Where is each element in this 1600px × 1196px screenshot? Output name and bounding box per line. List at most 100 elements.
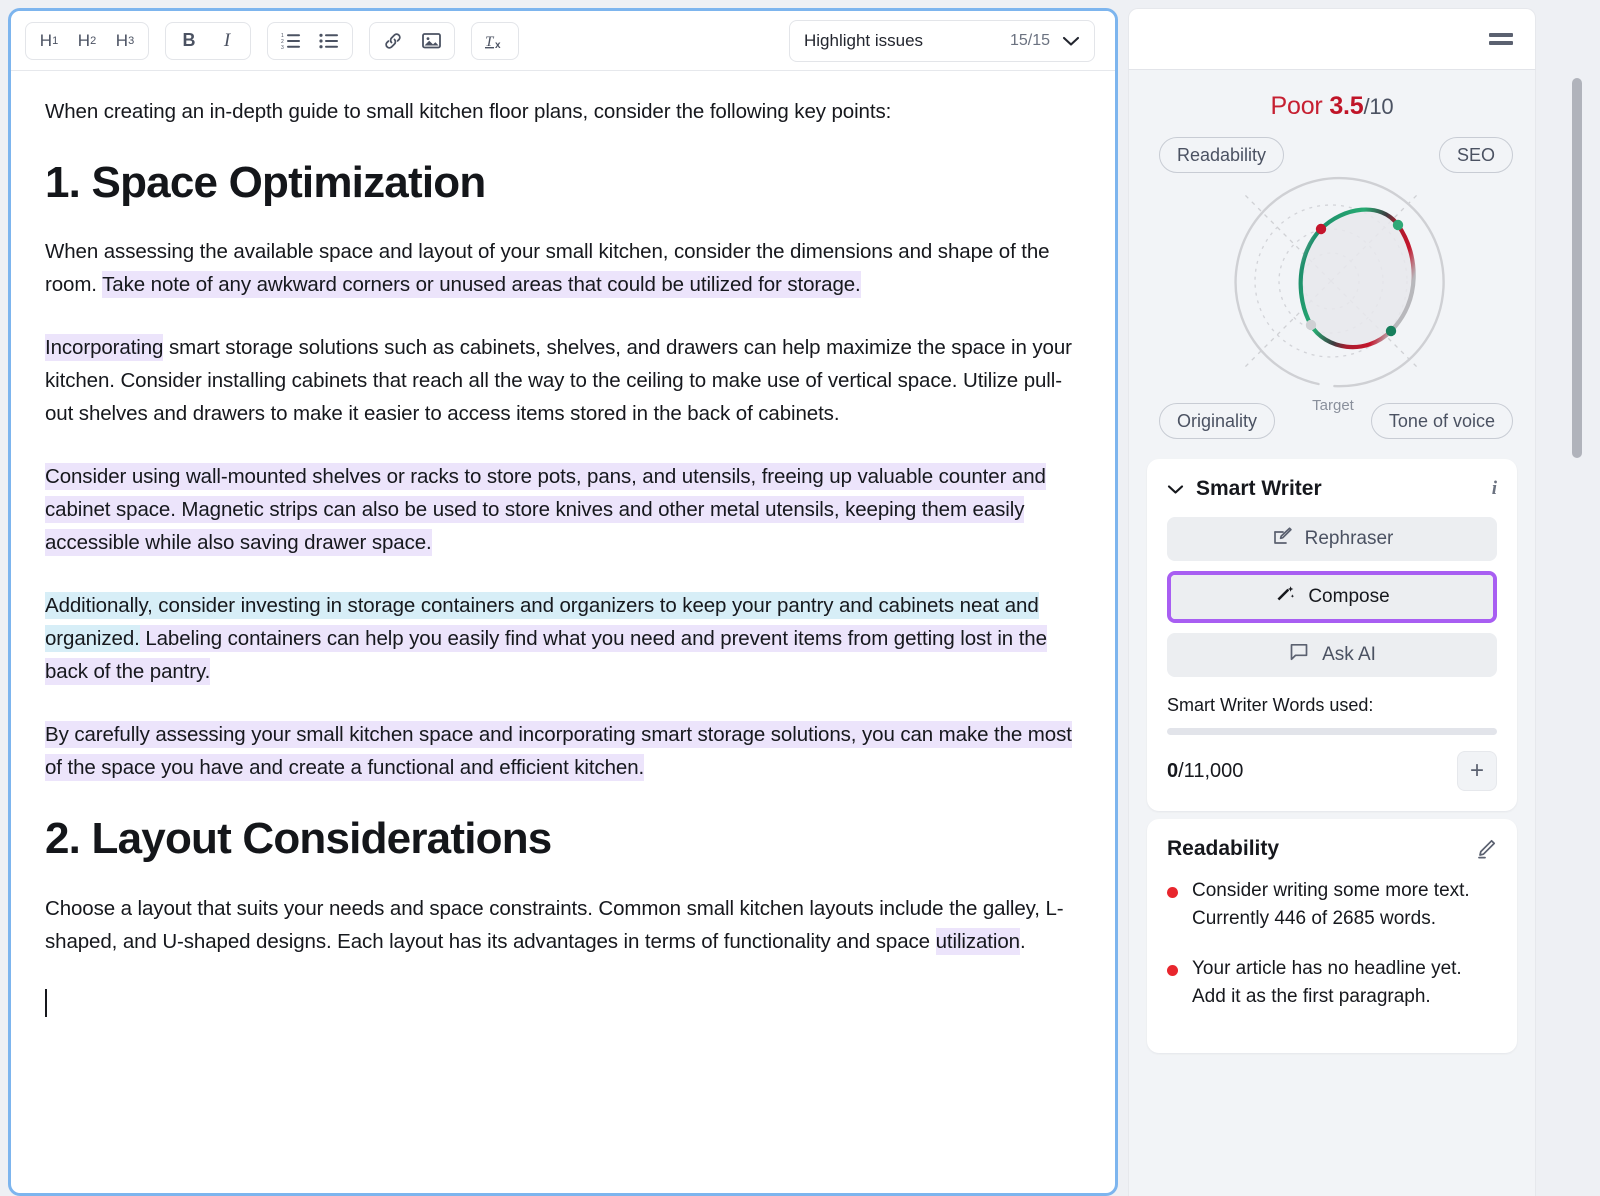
h2-sub: 2 <box>90 35 96 47</box>
chevron-down-icon[interactable] <box>1167 484 1184 495</box>
smart-writer-words-label: Smart Writer Words used: <box>1167 695 1497 716</box>
chat-bubble-icon <box>1288 641 1310 669</box>
info-icon[interactable]: i <box>1492 478 1497 500</box>
smart-writer-title: Smart Writer <box>1196 477 1322 501</box>
side-panel-scrollbar-track[interactable] <box>1536 70 1592 1196</box>
doc-heading-2: 2. Layout Considerations <box>45 814 1081 863</box>
pencil-edit-icon[interactable] <box>1475 838 1497 860</box>
doc-heading-1: 1. Space Optimization <box>45 158 1081 207</box>
heading-button-group: H1 H2 H3 <box>25 22 149 60</box>
radar-point-seo <box>1393 220 1403 230</box>
document-body[interactable]: When creating an in-depth guide to small… <box>11 71 1115 1193</box>
chevron-down-icon <box>1062 35 1080 47</box>
readability-title: Readability <box>1167 837 1279 861</box>
radar-svg <box>1213 173 1453 393</box>
readability-issue-text: Your article has no headline yet. Add it… <box>1192 955 1497 1011</box>
words-used: 0 <box>1167 760 1178 782</box>
p5-highlight: By carefully assessing your small kitche… <box>45 721 1072 781</box>
readability-header: Readability <box>1167 837 1497 861</box>
editor-panel: H1 H2 H3 B I 1 2 3 <box>8 8 1118 1196</box>
doc-paragraph-1: When assessing the available space and l… <box>45 235 1081 301</box>
smart-writer-progress-bar <box>1167 728 1497 735</box>
insert-group <box>369 22 455 60</box>
readability-issue-item: Consider writing some more text. Current… <box>1167 877 1497 933</box>
side-panel-header <box>1128 8 1536 70</box>
highlight-issues-count: 15/15 <box>1010 32 1050 50</box>
h1-label: H <box>40 31 52 51</box>
h3-sub: 3 <box>128 35 134 47</box>
app-root: H1 H2 H3 B I 1 2 3 <box>0 0 1600 1196</box>
doc-empty-paragraph <box>45 988 1081 1021</box>
doc-paragraph-3: Consider using wall-mounted shelves or r… <box>45 460 1081 559</box>
p4-highlight-purple: Labeling containers can help you easily … <box>45 625 1047 685</box>
magic-wand-icon <box>1274 583 1296 611</box>
side-panel-body: Poor 3.5/10 Readability SEO Originality … <box>1128 70 1536 1196</box>
smart-writer-card: Smart Writer i Rephraser <box>1147 459 1517 811</box>
readability-card: Readability Consider writing some more t… <box>1147 819 1517 1053</box>
text-style-group: B I <box>165 22 251 60</box>
compose-label: Compose <box>1308 586 1389 608</box>
smart-writer-words-value: 0/11,000 <box>1167 760 1243 783</box>
overall-score: Poor 3.5/10 <box>1129 70 1535 121</box>
p6-highlight: utilization <box>936 928 1020 955</box>
doc-paragraph-2: Incorporating smart storage solutions su… <box>45 331 1081 430</box>
text-cursor <box>45 989 47 1017</box>
h2-button[interactable]: H2 <box>68 24 106 58</box>
svg-text:x: x <box>495 40 501 51</box>
status-badge <box>1167 965 1178 976</box>
rephrase-pencil-icon <box>1271 525 1293 553</box>
h3-label: H <box>116 31 128 51</box>
score-value: 3.5 <box>1329 92 1363 120</box>
radar-axis-tone-of-voice[interactable]: Tone of voice <box>1371 403 1513 439</box>
compose-button[interactable]: Compose <box>1171 575 1493 619</box>
p2-plain: smart storage solutions such as cabinets… <box>45 336 1072 425</box>
rephraser-label: Rephraser <box>1305 528 1394 550</box>
ask-ai-button[interactable]: Ask AI <box>1167 633 1497 677</box>
h1-button[interactable]: H1 <box>30 24 68 58</box>
doc-paragraph-6: Choose a layout that suits your needs an… <box>45 892 1081 958</box>
radar-point-readability <box>1316 224 1326 234</box>
readability-issue-text: Consider writing some more text. Current… <box>1192 877 1497 933</box>
image-icon[interactable] <box>412 24 450 58</box>
words-total: /11,000 <box>1178 760 1243 782</box>
analysis-side-panel: Poor 3.5/10 Readability SEO Originality … <box>1128 8 1592 1196</box>
p6-plain-b: . <box>1020 930 1026 953</box>
p1-highlight: Take note of any awkward corners or unus… <box>102 271 861 298</box>
p6-plain-a: Choose a layout that suits your needs an… <box>45 897 1064 953</box>
radar-point-originality <box>1306 320 1316 330</box>
smart-writer-header: Smart Writer i <box>1167 477 1497 501</box>
bullet-list-icon[interactable] <box>310 24 348 58</box>
readability-issue-item: Your article has no headline yet. Add it… <box>1167 955 1497 1011</box>
ask-ai-label: Ask AI <box>1322 644 1376 666</box>
hamburger-menu-icon[interactable] <box>1489 33 1513 45</box>
highlight-issues-label: Highlight issues <box>804 31 923 51</box>
italic-button[interactable]: I <box>208 24 246 58</box>
score-word: Poor <box>1271 92 1323 120</box>
svg-text:3: 3 <box>281 45 284 50</box>
list-group: 1 2 3 <box>267 22 353 60</box>
status-badge <box>1167 887 1178 898</box>
side-panel-scrollbar-thumb[interactable] <box>1572 78 1582 458</box>
link-icon[interactable] <box>374 24 412 58</box>
p2-highlight: Incorporating <box>45 334 163 361</box>
radar-axis-readability[interactable]: Readability <box>1159 137 1284 173</box>
h3-button[interactable]: H3 <box>106 24 144 58</box>
h2-label: H <box>78 31 90 51</box>
doc-paragraph-5: By carefully assessing your small kitche… <box>45 718 1081 784</box>
radar-axis-seo[interactable]: SEO <box>1439 137 1513 173</box>
editor-toolbar: H1 H2 H3 B I 1 2 3 <box>11 11 1115 71</box>
radar-axis-originality[interactable]: Originality <box>1159 403 1275 439</box>
radar-target-label: Target <box>1312 397 1354 414</box>
score-radar-chart: Readability SEO Originality Tone of voic… <box>1129 121 1536 451</box>
doc-paragraph-4: Additionally, consider investing in stor… <box>45 589 1081 688</box>
highlight-issues-select[interactable]: Highlight issues 15/15 <box>789 20 1095 62</box>
add-words-button[interactable]: + <box>1457 751 1497 791</box>
clear-formatting-icon[interactable]: T x <box>476 24 514 58</box>
bold-button[interactable]: B <box>170 24 208 58</box>
doc-intro-paragraph: When creating an in-depth guide to small… <box>45 95 1081 128</box>
compose-button-highlight: Compose <box>1167 571 1497 623</box>
ordered-list-icon[interactable]: 1 2 3 <box>272 24 310 58</box>
rephraser-button[interactable]: Rephraser <box>1167 517 1497 561</box>
radar-point-tone <box>1386 326 1396 336</box>
smart-writer-words-row: 0/11,000 + <box>1167 751 1497 791</box>
